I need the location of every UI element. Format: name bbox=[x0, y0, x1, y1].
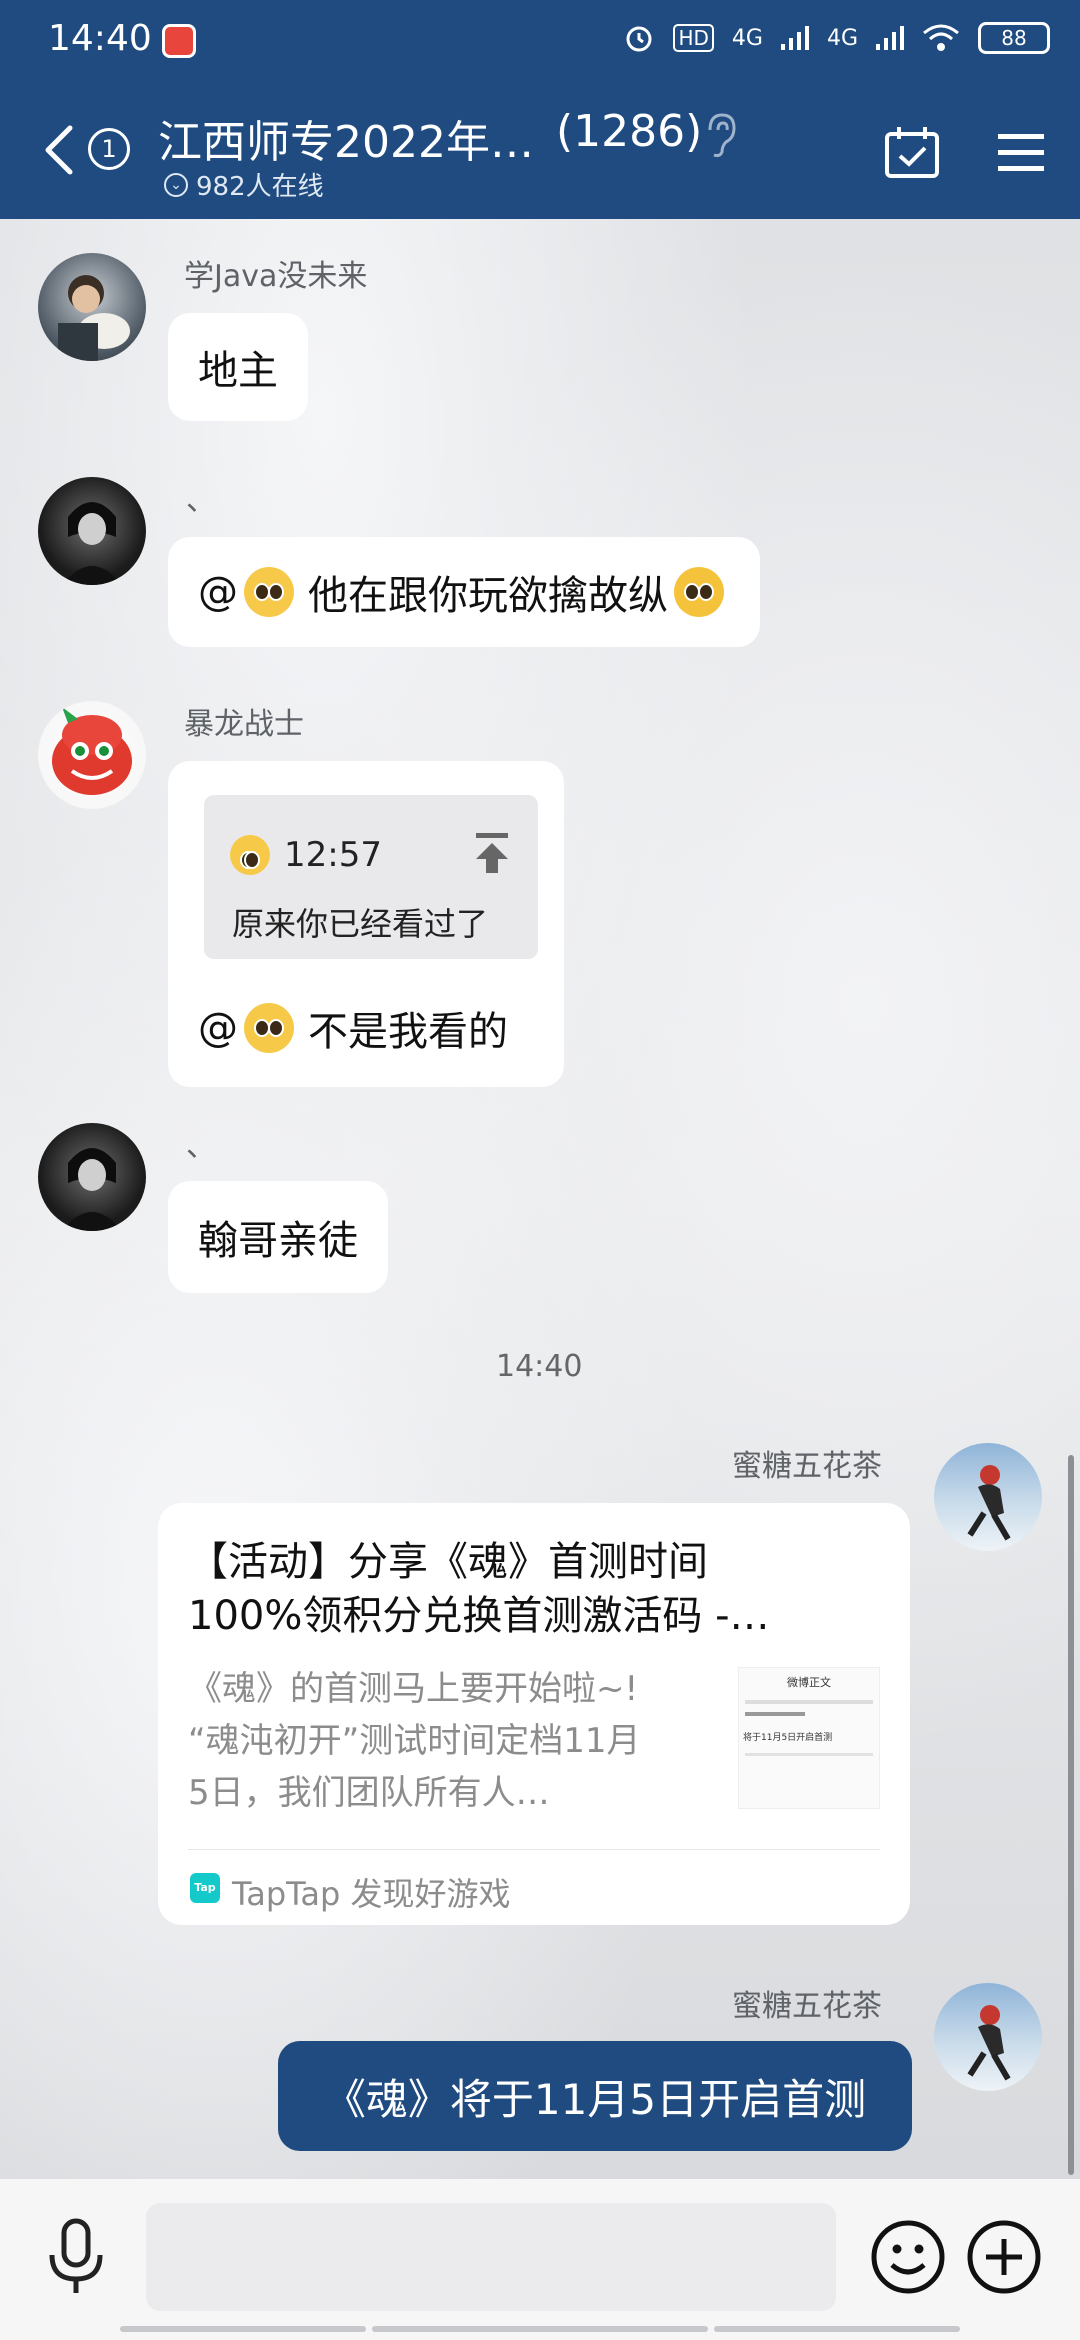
sender-name: 学Java没未来 bbox=[184, 259, 368, 294]
thumbnail-bar bbox=[745, 1700, 873, 1704]
gesture-bar-center bbox=[372, 2326, 708, 2332]
input-bar bbox=[0, 2179, 1080, 2340]
sender-name: 、 bbox=[186, 1129, 216, 1164]
thumbnail-bar bbox=[745, 1712, 805, 1716]
message-text: 翰哥亲徒 bbox=[198, 1218, 358, 1264]
microphone-icon[interactable] bbox=[44, 2217, 108, 2297]
card-desc-line1: 《魂》的首测马上要开始啦~! bbox=[188, 1669, 639, 1709]
signal-icon-2 bbox=[876, 26, 904, 50]
group-title[interactable]: 江西师专2022年… bbox=[158, 106, 534, 170]
avatar-image-icon bbox=[967, 2005, 1011, 2081]
wifi-icon bbox=[923, 24, 959, 51]
message-bubble-with-quote[interactable]: 12:57 原来你已经看过了 @ 不是我看的 bbox=[168, 761, 564, 1087]
hd-indicator: HD bbox=[673, 24, 714, 52]
avatar-image-icon bbox=[62, 1148, 122, 1231]
pleading-face-emoji-icon bbox=[244, 567, 294, 617]
message-input[interactable] bbox=[146, 2203, 836, 2311]
status-time: 14:40 bbox=[48, 18, 152, 59]
message-bubble[interactable]: 翰哥亲徒 bbox=[168, 1181, 388, 1293]
menu-icon[interactable] bbox=[998, 130, 1044, 174]
sender-name: 蜜糖五花茶 bbox=[732, 1989, 882, 2024]
online-status: ⌄ 982人在线 bbox=[164, 166, 324, 203]
taptap-logo-icon: Tap bbox=[190, 1873, 220, 1903]
message-text-row: @ 不是我看的 bbox=[198, 999, 508, 1057]
mention-symbol: @ bbox=[198, 569, 238, 615]
thumbnail-title: 微博正文 bbox=[787, 1676, 831, 1689]
avatar[interactable] bbox=[38, 1123, 146, 1231]
calendar-check-icon[interactable] bbox=[884, 124, 940, 180]
card-desc-line3: 5日，我们团队所有人… bbox=[188, 1773, 550, 1813]
card-thumbnail: 微博正文 将于11月5日开启首测 bbox=[738, 1667, 880, 1809]
avatar[interactable] bbox=[38, 477, 146, 585]
avatar[interactable] bbox=[934, 1983, 1042, 2091]
status-icons: HD 4G 4G 88 bbox=[623, 22, 1050, 54]
signal-icon bbox=[780, 26, 809, 50]
top-bar: 14:40 HD 4G 4G 88 1 江西师专2022年… (1286) ⌄ … bbox=[0, 0, 1080, 219]
message-bubble[interactable]: 地主 bbox=[168, 313, 308, 421]
quote-time: 12:57 bbox=[284, 835, 382, 875]
smirk-face-emoji-icon bbox=[674, 567, 724, 617]
ear-icon[interactable] bbox=[700, 110, 740, 160]
card-description: 《魂》的首测马上要开始啦~! “魂沌初开”测试时间定档11月 5日，我们团队所有… bbox=[188, 1663, 641, 1819]
card-title: 【活动】分享《魂》首测时间 100%领积分兑换首测激活码 -… bbox=[188, 1535, 770, 1643]
quote-text: 原来你已经看过了 bbox=[232, 905, 489, 943]
card-title-line1: 【活动】分享《魂》首测时间 bbox=[188, 1539, 708, 1585]
member-count: (1286) bbox=[556, 106, 703, 157]
chat-timestamp: 14:40 bbox=[496, 1349, 583, 1384]
add-plus-icon[interactable] bbox=[966, 2219, 1042, 2295]
message-text: 不是我看的 bbox=[308, 1009, 508, 1055]
message-bubble[interactable]: @ 他在跟你玩欲擒故纵 bbox=[168, 537, 760, 647]
shared-link-card[interactable]: 【活动】分享《魂》首测时间 100%领积分兑换首测激活码 -… 《魂》的首测马上… bbox=[158, 1503, 910, 1925]
self-message-bubble[interactable]: 《魂》将于11月5日开启首测 bbox=[278, 2041, 912, 2151]
jump-to-top-icon[interactable] bbox=[472, 831, 512, 875]
card-title-line2: 100%领积分兑换首测激活码 -… bbox=[188, 1593, 770, 1639]
pleading-face-emoji-icon bbox=[230, 835, 270, 875]
sender-name: 、 bbox=[186, 483, 216, 518]
chat-area[interactable]: 学Java没未来 地主 、 @ 他在跟你玩欲擒故纵 暴龙战士 12:57 原来你… bbox=[0, 219, 1080, 2179]
chevron-down-icon: ⌄ bbox=[164, 172, 188, 197]
card-divider bbox=[188, 1849, 880, 1850]
sender-name: 暴龙战士 bbox=[184, 707, 304, 742]
gesture-bar-left bbox=[120, 2326, 366, 2332]
back-arrow-icon[interactable] bbox=[36, 120, 86, 180]
online-count: 982人在线 bbox=[196, 172, 324, 202]
network-4g-2: 4G bbox=[826, 25, 858, 51]
mention-symbol: @ bbox=[198, 1005, 238, 1051]
emoji-picker-icon[interactable] bbox=[870, 2219, 946, 2295]
message-text: 他在跟你玩欲擒故纵 bbox=[308, 573, 668, 619]
unread-count-badge[interactable]: 1 bbox=[88, 128, 130, 170]
notification-app-icon bbox=[162, 24, 196, 58]
avatar-image-icon bbox=[58, 275, 130, 361]
card-desc-line2: “魂沌初开”测试时间定档11月 bbox=[188, 1721, 641, 1761]
avatar-image-icon bbox=[967, 1465, 1011, 1541]
network-4g-1: 4G bbox=[731, 25, 763, 51]
avatar-image-icon bbox=[52, 707, 132, 795]
chat-scrollbar[interactable] bbox=[1068, 1455, 1074, 2175]
battery-indicator: 88 bbox=[978, 22, 1050, 54]
gesture-bar-right bbox=[714, 2326, 960, 2332]
message-text: 《魂》将于11月5日开启首测 bbox=[323, 2074, 867, 2124]
card-source: TapTap 发现好游戏 bbox=[232, 1875, 511, 1913]
chat-header: 1 江西师专2022年… (1286) ⌄ 982人在线 bbox=[0, 80, 1080, 219]
avatar[interactable] bbox=[38, 701, 146, 809]
sender-name: 蜜糖五花茶 bbox=[732, 1449, 882, 1484]
thumbnail-bar bbox=[745, 1753, 873, 1756]
thumbnail-line: 将于11月5日开启首测 bbox=[743, 1733, 833, 1743]
quoted-message[interactable]: 12:57 原来你已经看过了 bbox=[204, 795, 538, 959]
status-bar: 14:40 HD 4G 4G 88 bbox=[0, 0, 1080, 80]
avatar[interactable] bbox=[934, 1443, 1042, 1551]
pleading-face-emoji-icon bbox=[244, 1003, 294, 1053]
avatar[interactable] bbox=[38, 253, 146, 361]
alarm-icon bbox=[626, 26, 652, 52]
message-text: 地主 bbox=[198, 348, 278, 394]
avatar-image-icon bbox=[62, 502, 122, 585]
